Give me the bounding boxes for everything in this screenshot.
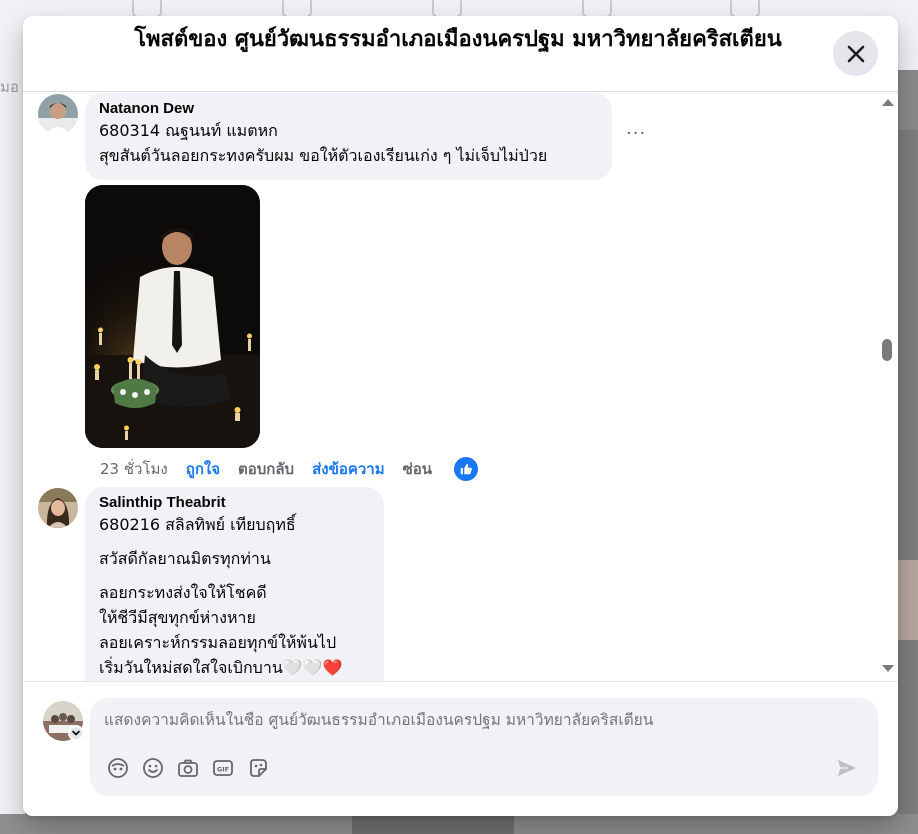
comment-text-line: 680216 สลิลทิพย์ เทียบฤทธิ์ — [99, 515, 296, 534]
background-text: มอ — [0, 78, 19, 96]
comment-text-line: สวัสดีกัลยาณมิตรทุกท่าน — [99, 549, 271, 568]
close-icon — [847, 45, 864, 62]
comment-photo-image — [85, 185, 260, 448]
comment-bubble: Natanon Dew 680314 ณฐนนท์ แมตหก สุขสันต์… — [85, 93, 612, 180]
emoji-button[interactable] — [141, 756, 165, 780]
send-button[interactable] — [834, 755, 860, 781]
sticker-icon — [250, 759, 267, 777]
reaction-badge[interactable] — [454, 457, 479, 481]
gif-icon: GIF — [213, 760, 233, 776]
comment-actions: 23 ชั่วโมง ถูกใจ ตอบกลับ ส่งข้อความ ซ่อน — [100, 457, 479, 481]
comment-timestamp[interactable]: 23 ชั่วโมง — [100, 457, 168, 481]
reply-button[interactable]: ตอบกลับ — [238, 457, 294, 481]
profile-switch-button[interactable] — [68, 725, 84, 741]
scroll-up-arrow-icon[interactable] — [882, 99, 894, 106]
svg-text:GIF: GIF — [217, 765, 229, 773]
comment-text-line: สุขสันต์วันลอยกระทงครับผม ขอให้ตัวเองเรี… — [99, 146, 548, 165]
camera-icon — [178, 759, 198, 777]
comments-list[interactable]: Natanon Dew 680314 ณฐนนท์ แมตหก สุขสันต์… — [23, 93, 898, 681]
avatar[interactable] — [38, 94, 78, 134]
comment-text-line: ลอยเคราะห์กรรมลอยทุกข์ให้พ้นไป — [99, 633, 337, 652]
chevron-down-icon — [72, 730, 80, 736]
post-modal: โพสต์ของ ศูนย์วัฒนธรรมอำเภอเมืองนครปฐม ม… — [23, 16, 898, 816]
comment-bubble: Salinthip Theabrit 680216 สลิลทิพย์ เทีย… — [85, 487, 384, 681]
scrollbar-thumb[interactable] — [882, 339, 892, 361]
avatar[interactable] — [38, 488, 78, 528]
background-page-right — [898, 130, 918, 834]
scroll-down-arrow-icon[interactable] — [882, 665, 894, 672]
gif-button[interactable]: GIF — [211, 756, 235, 780]
hide-button[interactable]: ซ่อน — [403, 457, 432, 481]
comment-text-line: ให้ชีวีมีสุขทุกข์ห่างหาย — [99, 608, 256, 627]
background-image — [898, 560, 918, 640]
comment-text-line: เริ่มวันใหม่สดใสใจเบิกบาน🤍🤍❤️ — [99, 658, 343, 677]
more-options-button[interactable]: ··· — [626, 123, 646, 144]
comment-input-box[interactable]: GIF — [90, 698, 878, 796]
comment-author[interactable]: Salinthip Theabrit — [99, 493, 370, 512]
like-button[interactable]: ถูกใจ — [186, 457, 220, 481]
scrollbar[interactable] — [880, 93, 894, 681]
close-button[interactable] — [833, 31, 878, 76]
comment-author[interactable]: Natanon Dew — [99, 99, 598, 118]
sticker-button[interactable] — [246, 756, 270, 780]
comment-text-line: ลอยกระทงส่งใจให้โชคดี — [99, 583, 267, 602]
emoji-icon — [143, 758, 163, 778]
comment-composer: GIF — [23, 681, 898, 816]
background-page-bottom — [0, 814, 352, 834]
avatar-sticker-icon — [108, 758, 128, 778]
comment-input[interactable] — [104, 711, 804, 729]
avatar-sticker-button[interactable] — [106, 756, 130, 780]
composer-toolbar: GIF — [106, 756, 281, 780]
send-message-button[interactable]: ส่งข้อความ — [312, 457, 385, 481]
photo-button[interactable] — [176, 756, 200, 780]
background-page-left — [0, 70, 25, 834]
comment-text-line: 680314 ณฐนนท์ แมตหก — [99, 121, 278, 140]
thumbs-up-icon — [460, 463, 472, 475]
modal-header: โพสต์ของ ศูนย์วัฒนธรรมอำเภอเมืองนครปฐม ม… — [23, 16, 898, 92]
background-page-bottom — [352, 814, 514, 834]
modal-title: โพสต์ของ ศูนย์วัฒนธรรมอำเภอเมืองนครปฐม ม… — [134, 27, 782, 52]
send-icon — [838, 760, 856, 776]
background-page-bottom — [514, 814, 918, 834]
comment-photo[interactable] — [85, 185, 260, 448]
